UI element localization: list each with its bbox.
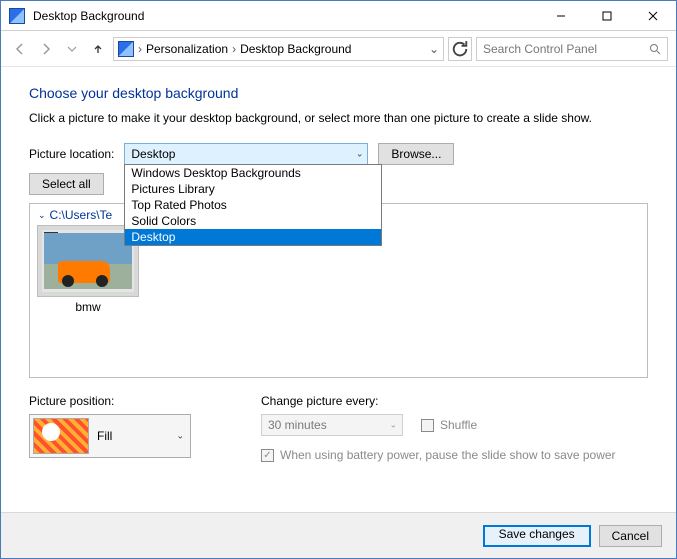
- recent-locations-button[interactable]: [61, 38, 83, 60]
- chevron-down-icon: ⌄: [176, 431, 184, 442]
- picture-location-combo[interactable]: Desktop ⌄ Windows Desktop Backgrounds Pi…: [124, 143, 368, 165]
- chevron-down-icon: ⌄: [356, 149, 364, 160]
- save-changes-button[interactable]: Save changes: [483, 525, 591, 547]
- close-button[interactable]: [630, 1, 676, 30]
- chevron-down-icon: ⌄: [389, 420, 397, 431]
- position-preview-icon: [33, 418, 89, 454]
- picture-position-label: Picture position:: [29, 394, 191, 408]
- window-frame: Desktop Background ›: [0, 0, 677, 559]
- search-icon: [649, 43, 661, 55]
- titlebar: Desktop Background: [1, 1, 676, 31]
- window-title: Desktop Background: [33, 9, 538, 23]
- dialog-footer: Save changes Cancel: [1, 512, 676, 558]
- forward-button[interactable]: [35, 38, 57, 60]
- shuffle-label: Shuffle: [440, 418, 477, 432]
- battery-checkbox: ✓: [261, 449, 274, 462]
- picture-position-value: Fill: [97, 429, 112, 443]
- photo-preview: [44, 233, 132, 289]
- location-icon: [118, 41, 134, 57]
- chevron-down-icon: ⌄: [38, 210, 46, 221]
- refresh-button[interactable]: [448, 37, 472, 61]
- back-button[interactable]: [9, 38, 31, 60]
- location-option[interactable]: Solid Colors: [125, 213, 381, 229]
- content-area: Choose your desktop background Click a p…: [1, 67, 676, 512]
- nav-bar: › Personalization › Desktop Background ⌄…: [1, 31, 676, 67]
- change-interval-value: 30 minutes: [268, 418, 327, 432]
- chevron-right-icon: ›: [232, 42, 236, 56]
- minimize-button[interactable]: [538, 1, 584, 30]
- picture-location-value: Desktop: [131, 147, 175, 161]
- breadcrumb-part[interactable]: Desktop Background: [240, 42, 351, 56]
- battery-checkbox-row: ✓ When using battery power, pause the sl…: [261, 448, 616, 462]
- page-heading: Choose your desktop background: [29, 85, 648, 101]
- location-option[interactable]: Pictures Library: [125, 181, 381, 197]
- maximize-button[interactable]: [584, 1, 630, 30]
- breadcrumb-dropdown-icon[interactable]: ⌄: [429, 42, 439, 56]
- thumbnail-image[interactable]: ✓: [38, 226, 138, 296]
- group-path: C:\Users\Te: [50, 208, 113, 222]
- picture-thumbnail[interactable]: ✓ bmw: [38, 226, 138, 314]
- location-option[interactable]: Top Rated Photos: [125, 197, 381, 213]
- search-input[interactable]: Search Control Panel: [476, 37, 668, 61]
- location-option[interactable]: Windows Desktop Backgrounds: [125, 165, 381, 181]
- change-interval-combo: 30 minutes ⌄: [261, 414, 403, 436]
- app-icon: [9, 8, 25, 24]
- picture-position-combo[interactable]: Fill ⌄: [29, 414, 191, 458]
- shuffle-checkbox-row: Shuffle: [421, 418, 477, 432]
- location-option-selected[interactable]: Desktop: [125, 229, 381, 245]
- picture-location-dropdown[interactable]: Windows Desktop Backgrounds Pictures Lib…: [124, 164, 382, 246]
- breadcrumb-part[interactable]: Personalization: [146, 42, 228, 56]
- breadcrumb[interactable]: › Personalization › Desktop Background ⌄: [113, 37, 444, 61]
- thumbnail-label: bmw: [38, 300, 138, 314]
- select-all-button[interactable]: Select all: [29, 173, 104, 195]
- shuffle-checkbox: [421, 419, 434, 432]
- cancel-button[interactable]: Cancel: [599, 525, 662, 547]
- search-placeholder: Search Control Panel: [483, 42, 643, 56]
- up-button[interactable]: [87, 38, 109, 60]
- chevron-right-icon: ›: [138, 42, 142, 56]
- change-interval-label: Change picture every:: [261, 394, 616, 408]
- page-subheading: Click a picture to make it your desktop …: [29, 111, 648, 125]
- picture-location-label: Picture location:: [29, 147, 114, 161]
- battery-label: When using battery power, pause the slid…: [280, 448, 616, 462]
- browse-button[interactable]: Browse...: [378, 143, 454, 165]
